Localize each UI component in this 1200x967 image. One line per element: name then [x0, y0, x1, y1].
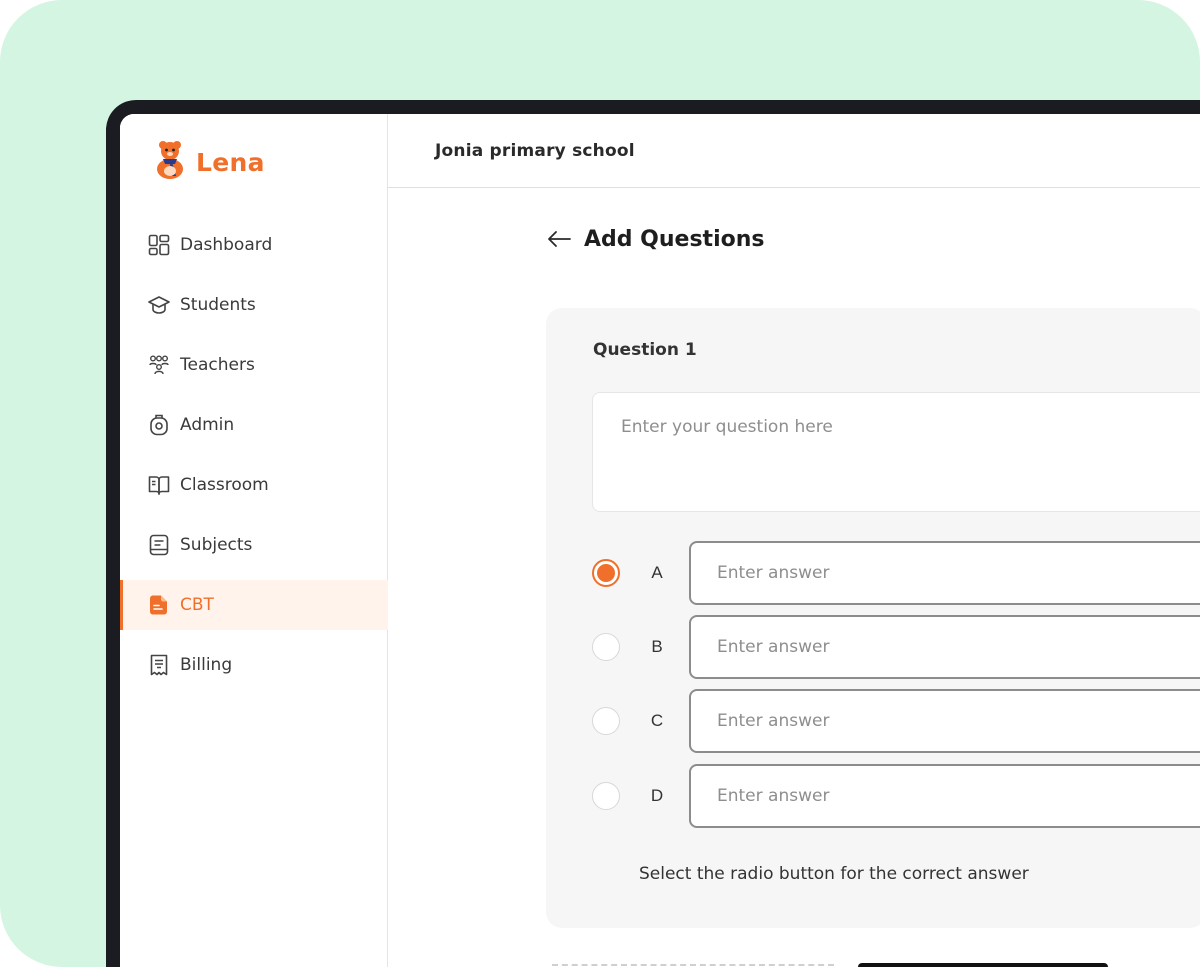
- answer-letter: A: [651, 563, 663, 582]
- sidebar-item-dashboard[interactable]: Dashboard: [120, 220, 388, 270]
- sidebar-item-label: Admin: [180, 415, 235, 435]
- graduation-cap-icon: [148, 294, 170, 316]
- brand[interactable]: Lena: [154, 140, 265, 185]
- answer-row-b: B: [592, 615, 1200, 679]
- sidebar-item-students[interactable]: Students: [120, 280, 388, 330]
- page-header: Add Questions: [546, 226, 765, 252]
- back-button[interactable]: [546, 226, 572, 252]
- admin-badge-icon: [148, 414, 170, 436]
- sidebar-item-label: Billing: [180, 655, 233, 675]
- answer-row-d: D: [592, 764, 1200, 828]
- primary-button-edge[interactable]: [858, 963, 1108, 967]
- answer-row-c: C: [592, 689, 1200, 753]
- question-card: Question 1 A B C D Select the radio butt…: [546, 308, 1200, 928]
- school-name: Jonia primary school: [435, 141, 635, 161]
- sidebar-item-label: Classroom: [180, 475, 269, 495]
- sidebar-item-label: CBT: [180, 595, 214, 615]
- answer-input-a[interactable]: [689, 541, 1200, 605]
- answer-row-a: A: [592, 541, 1200, 605]
- sidebar-item-classroom[interactable]: Classroom: [120, 460, 388, 510]
- answer-radio-b[interactable]: [592, 633, 620, 661]
- document-icon: [148, 594, 170, 616]
- sidebar-item-label: Teachers: [180, 355, 255, 375]
- answer-radio-c[interactable]: [592, 707, 620, 735]
- answer-input-d[interactable]: [689, 764, 1200, 828]
- answer-letter: D: [650, 786, 664, 805]
- answer-radio-d[interactable]: [592, 782, 620, 810]
- correct-answer-hint: Select the radio button for the correct …: [639, 864, 1029, 884]
- open-book-icon: [148, 474, 170, 496]
- bear-logo-icon: [154, 140, 186, 185]
- answer-input-b[interactable]: [689, 615, 1200, 679]
- page-title: Add Questions: [584, 226, 765, 252]
- sidebar: Lena Dashboard Students Teachers Admin C…: [120, 114, 388, 967]
- notebook-icon: [148, 534, 170, 556]
- sidebar-item-admin[interactable]: Admin: [120, 400, 388, 450]
- sidebar-item-label: Subjects: [180, 535, 253, 555]
- answer-letter: C: [650, 711, 664, 730]
- answer-letter: B: [651, 637, 663, 656]
- sidebar-item-label: Students: [180, 295, 256, 315]
- sidebar-item-teachers[interactable]: Teachers: [120, 340, 388, 390]
- dashed-divider: [552, 964, 834, 966]
- topbar: Jonia primary school: [388, 114, 1200, 188]
- sidebar-item-billing[interactable]: Billing: [120, 640, 388, 690]
- question-input[interactable]: [592, 392, 1200, 512]
- sidebar-item-subjects[interactable]: Subjects: [120, 520, 388, 570]
- arrow-left-icon: [548, 231, 571, 247]
- answer-radio-a[interactable]: [592, 559, 620, 587]
- sidebar-item-cbt[interactable]: CBT: [120, 580, 388, 630]
- people-group-icon: [148, 354, 170, 376]
- brand-name: Lena: [196, 148, 265, 177]
- question-label: Question 1: [593, 340, 697, 360]
- dashboard-icon: [148, 234, 170, 256]
- receipt-icon: [148, 654, 170, 676]
- sidebar-nav: Dashboard Students Teachers Admin Classr…: [120, 220, 388, 700]
- sidebar-item-label: Dashboard: [180, 235, 273, 255]
- answer-input-c[interactable]: [689, 689, 1200, 753]
